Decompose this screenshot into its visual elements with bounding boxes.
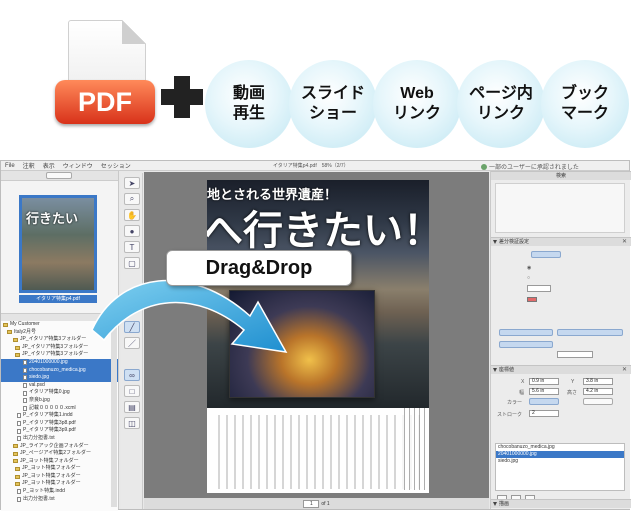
screen: PDF 動画 再生 スライド ショー Web リンク ページ内 リンク ブック … [0, 0, 640, 520]
drag-drop-label: Drag&Drop [166, 250, 352, 286]
